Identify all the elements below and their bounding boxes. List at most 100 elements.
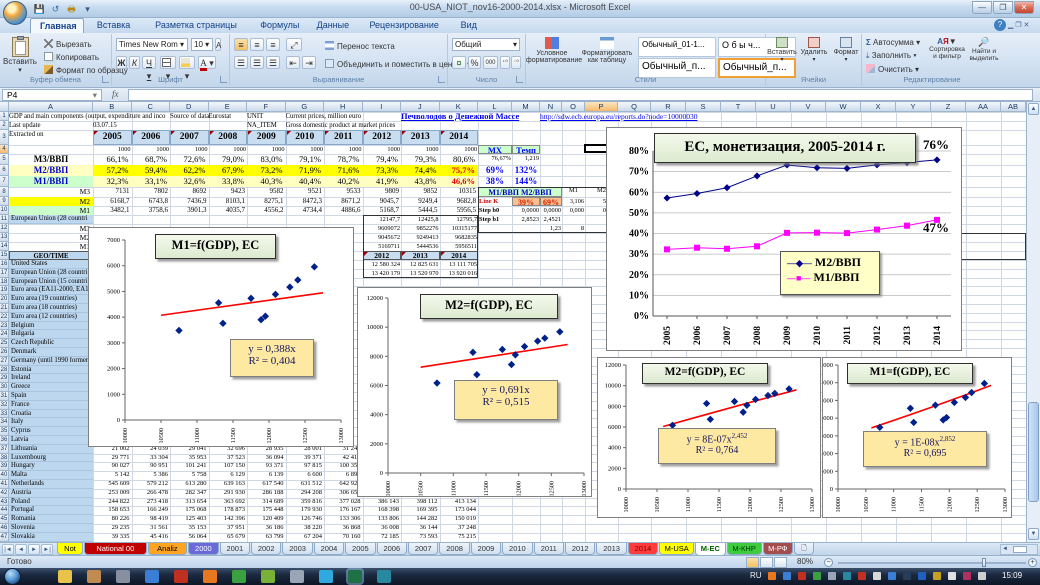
help-icon[interactable]: ?	[994, 19, 1006, 31]
tray-icon-clock-sync[interactable]	[948, 572, 956, 580]
language-indicator[interactable]: RU	[750, 571, 762, 580]
fill-button[interactable]: ⤓ Заполнить ▾	[866, 51, 917, 61]
clipboard-dialog-launcher[interactable]	[102, 76, 109, 83]
borders-button[interactable]: ▾	[160, 56, 176, 69]
row-header-20[interactable]: 20	[0, 295, 9, 304]
column-header-P[interactable]: P	[585, 102, 618, 112]
tab-nav-next-icon[interactable]: ►	[28, 544, 40, 555]
increase-decimal-icon[interactable]: ⁺⁰	[500, 56, 510, 69]
column-header-E[interactable]: E	[209, 102, 248, 112]
clear-button[interactable]: Очистить ▾	[866, 64, 919, 74]
orientation-icon[interactable]: ⤢	[286, 38, 302, 51]
column-header-D[interactable]: D	[170, 102, 209, 112]
column-header-G[interactable]: G	[286, 102, 325, 112]
row-header-39[interactable]: 39	[0, 462, 9, 471]
column-header-W[interactable]: W	[826, 102, 861, 112]
italic-button[interactable]: К	[129, 56, 140, 69]
ribbon-tab-Вид[interactable]: Вид	[452, 18, 486, 33]
insert-worksheet-tab[interactable]: 🗋	[794, 543, 814, 555]
column-header-T[interactable]: T	[721, 102, 756, 112]
taskbar-icon-folder[interactable]	[58, 570, 72, 583]
row-header-47[interactable]: 47	[0, 533, 9, 542]
column-header-AB[interactable]: AB	[1001, 102, 1026, 112]
tray-icon-orange-app[interactable]	[768, 572, 776, 580]
ribbon-tab-Главная[interactable]: Главная	[30, 18, 84, 33]
row-header-27[interactable]: 27	[0, 357, 9, 366]
redo-icon[interactable]: 🖶	[64, 2, 79, 16]
row-header-24[interactable]: 24	[0, 330, 9, 339]
ribbon-tab-Разметка страницы[interactable]: Разметка страницы	[143, 18, 249, 33]
sheet-tab-2005[interactable]: 2005	[345, 543, 375, 555]
horizontal-scrollbar[interactable]: ◄	[1000, 544, 1038, 555]
column-header-H[interactable]: H	[324, 102, 363, 112]
chart-m2_power[interactable]: 0200040006000800010000120001000010500110…	[597, 357, 821, 518]
column-header-Y[interactable]: Y	[896, 102, 931, 112]
column-header-N[interactable]: N	[540, 102, 562, 112]
column-header-V[interactable]: V	[791, 102, 826, 112]
scroll-left-icon[interactable]: ◄	[1002, 546, 1008, 552]
taskbar-icon-excel-active[interactable]	[348, 570, 362, 583]
ribbon-tab-Формулы[interactable]: Формулы	[251, 18, 305, 33]
vertical-scrollbar[interactable]: ▲ ▼	[1026, 102, 1040, 542]
taskbar-icon-internet-explorer[interactable]	[145, 570, 159, 583]
increase-indent-icon[interactable]: ⇥	[302, 56, 316, 69]
tray-icon-blue-shield[interactable]	[783, 572, 791, 580]
column-header-L[interactable]: L	[478, 102, 512, 112]
taskbar-clock[interactable]: 15:09	[1002, 571, 1022, 580]
close-button[interactable]: ✕	[1014, 1, 1034, 14]
save-icon[interactable]: 💾	[32, 2, 47, 16]
minimize-button[interactable]: —	[972, 1, 992, 14]
row-header-1[interactable]: 1	[0, 112, 9, 121]
tray-icon-flag[interactable]	[963, 572, 971, 580]
tray-icon-red-badge[interactable]	[858, 572, 866, 580]
row-header-16[interactable]: 16	[0, 260, 9, 269]
sheet-tab-2006[interactable]: 2006	[377, 543, 407, 555]
start-button[interactable]	[4, 568, 21, 585]
row-header-44[interactable]: 44	[0, 506, 9, 515]
row-header-8[interactable]: 8	[0, 187, 9, 197]
scroll-up-icon[interactable]: ▲	[1028, 103, 1039, 115]
alignment-dialog-launcher[interactable]	[438, 76, 445, 83]
column-header-M[interactable]: M	[512, 102, 540, 112]
row-header-45[interactable]: 45	[0, 515, 9, 524]
sheet-tab-2003[interactable]: 2003	[282, 543, 312, 555]
sheet-tab-М-КНР[interactable]: М-КНР	[727, 543, 762, 555]
font-name-select[interactable]: Times New Rom ▾	[116, 38, 188, 51]
sheet-tab-2012[interactable]: 2012	[565, 543, 595, 555]
normal-view-button[interactable]	[746, 557, 759, 568]
align-right-icon[interactable]: ☰	[266, 56, 280, 69]
row-header-7[interactable]: 7	[0, 176, 9, 187]
comma-style-icon[interactable]: 000	[483, 56, 498, 69]
decrease-decimal-icon[interactable]: ⁻⁰	[511, 56, 521, 69]
taskbar-icon-nero[interactable]	[261, 570, 275, 583]
tray-icon-volume[interactable]	[933, 572, 941, 580]
autosum-button[interactable]: Σ Автосумма ▾	[866, 38, 920, 47]
row-header-21[interactable]: 21	[0, 304, 9, 313]
row-header-9[interactable]: 9	[0, 197, 9, 206]
row-header-29[interactable]: 29	[0, 374, 9, 383]
accounting-format-icon[interactable]: ¤	[452, 56, 466, 69]
taskbar-icon-green-app[interactable]	[232, 570, 246, 583]
tab-nav-first-icon[interactable]: |◄	[2, 544, 14, 555]
row-header-19[interactable]: 19	[0, 286, 9, 295]
tray-icon-monitor[interactable]	[903, 572, 911, 580]
row-header-31[interactable]: 31	[0, 392, 9, 401]
column-header-C[interactable]: C	[132, 102, 171, 112]
taskbar-icon-skype[interactable]	[319, 570, 333, 583]
column-header-K[interactable]: K	[440, 102, 479, 112]
align-left-icon[interactable]: ☰	[234, 56, 248, 69]
ribbon-tab-Данные[interactable]: Данные	[308, 18, 357, 33]
column-header-U[interactable]: U	[756, 102, 791, 112]
page-break-view-button[interactable]	[774, 557, 787, 568]
number-dialog-launcher[interactable]	[516, 76, 523, 83]
percent-style-icon[interactable]: %	[468, 56, 481, 69]
sheet-tab-2004[interactable]: 2004	[314, 543, 344, 555]
column-header-I[interactable]: I	[363, 102, 402, 112]
chart-m1_linear[interactable]: 0100020003000400050006000700010000105001…	[88, 227, 354, 447]
column-header-B[interactable]: B	[93, 102, 132, 112]
taskbar-icon-document[interactable]	[87, 570, 101, 583]
row-header-43[interactable]: 43	[0, 498, 9, 507]
tray-icon-teal-app[interactable]	[843, 572, 851, 580]
copy-button[interactable]: Копировать	[44, 52, 99, 62]
row-header-35[interactable]: 35	[0, 427, 9, 436]
